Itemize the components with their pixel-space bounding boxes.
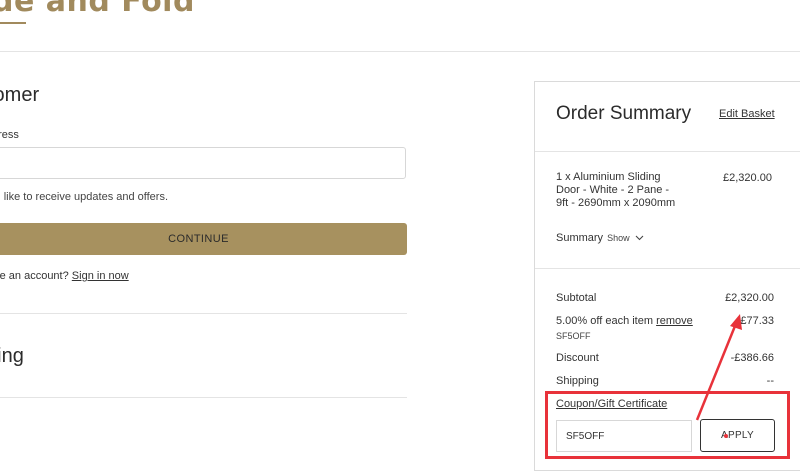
section-divider [0,397,407,398]
logo-underline [0,22,26,24]
sign-in-link[interactable]: Sign in now [72,270,129,282]
edit-basket-link[interactable]: Edit Basket [719,108,775,120]
subtotal-label: Subtotal [556,292,597,304]
continue-button[interactable]: CONTINUE [0,223,407,255]
email-address-label: dress [0,129,19,141]
store-logo[interactable]: de and Fold [0,0,195,24]
remove-promotion-link[interactable]: remove [656,315,693,327]
item-summary-label: Summary [556,232,604,244]
shipping-step-title[interactable]: ping [0,345,24,368]
chevron-down-icon[interactable] [635,235,644,241]
annotation-highlight-box [545,391,790,459]
store-logo-text: de and Fold [0,0,195,19]
panel-divider [535,151,800,152]
promotion-label: 5.00% off each item remove [556,315,693,327]
subtotal-value: £2,320.00 [725,292,774,304]
item-summary-toggle[interactable]: Summary Show [556,232,644,244]
promotion-value: -£77.33 [736,315,774,327]
email-field[interactable] [0,147,406,179]
discount-label: Discount [556,352,599,364]
promotion-code: SF5OFF [556,331,591,341]
discount-value: -£386.66 [730,352,774,364]
line-item-price: £2,320.00 [723,172,772,184]
shipping-cost-label: Shipping [556,375,599,387]
line-item-description: 1 x Aluminium Sliding Door - White - 2 P… [556,171,676,209]
show-toggle-label[interactable]: Show [607,233,630,243]
shipping-cost-value: -- [766,375,774,387]
customer-step-title: tomer [0,84,40,106]
account-prompt-text: ave an account? [0,270,69,282]
sign-in-prompt: ave an account? Sign in now [0,270,129,282]
header-divider [0,51,800,52]
section-divider [0,313,407,314]
newsletter-opt-in-label[interactable]: uld like to receive updates and offers. [0,191,168,203]
panel-divider [535,268,800,269]
promotion-text: 5.00% off each item [556,315,657,327]
order-summary-title: Order Summary [556,103,692,124]
